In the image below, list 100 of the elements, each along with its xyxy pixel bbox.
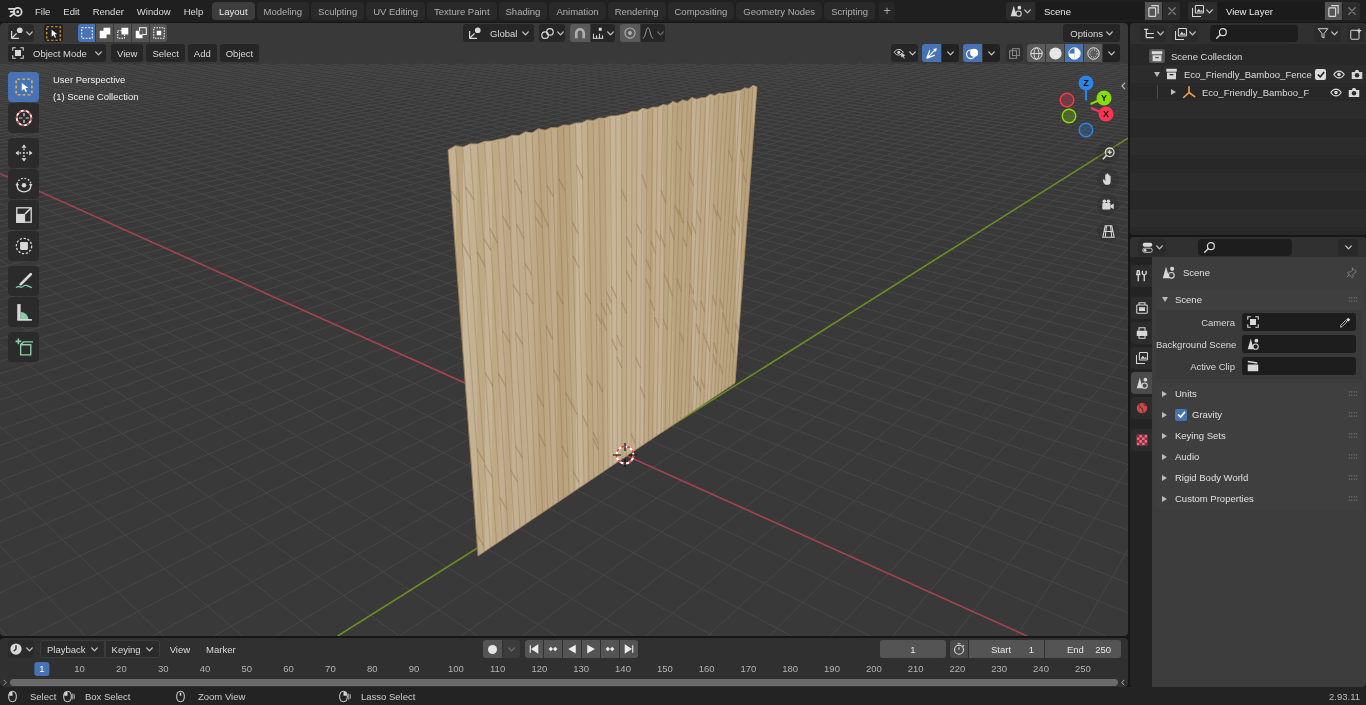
scrollbar[interactable]	[10, 678, 1118, 686]
menu-dropdown[interactable]: Keying	[104, 640, 160, 658]
workspace-tab[interactable]: Animation	[549, 2, 606, 20]
menu-item[interactable]: Window	[130, 2, 177, 20]
visibility-dropdown[interactable]	[891, 44, 918, 62]
mode-dropdown[interactable]: Object Mode	[8, 44, 106, 62]
properties-tab[interactable]	[1131, 429, 1152, 451]
new-collection-button[interactable]	[1347, 25, 1364, 42]
pan-button[interactable]	[1097, 168, 1119, 190]
scene-field[interactable]	[1242, 335, 1356, 353]
properties-tab[interactable]	[1131, 297, 1152, 319]
tool-button[interactable]	[8, 72, 39, 102]
gizmo-toggle[interactable]	[922, 44, 941, 62]
playback-button[interactable]	[563, 640, 582, 658]
search-field[interactable]	[1210, 25, 1298, 42]
properties-tab[interactable]	[1131, 322, 1152, 344]
outliner-item[interactable]: Scene Collection	[1171, 50, 1243, 62]
editor-type-button[interactable]	[8, 24, 34, 42]
tool-button[interactable]	[8, 297, 39, 327]
copy-button[interactable]	[1145, 2, 1162, 20]
workspace-tab[interactable]: Texture Paint	[427, 2, 497, 20]
playback-button[interactable]	[582, 640, 601, 658]
menu-button[interactable]: Marker	[200, 640, 242, 658]
eye-icon[interactable]	[1330, 87, 1343, 97]
select-mode-button[interactable]	[78, 24, 95, 42]
playback-button[interactable]	[620, 640, 639, 658]
tool-button[interactable]	[8, 266, 39, 296]
playback-button[interactable]	[525, 640, 544, 658]
playback-button[interactable]	[544, 640, 563, 658]
render-toggle[interactable]	[1348, 86, 1361, 98]
display-mode-button[interactable]	[1140, 25, 1166, 42]
preview-range-button[interactable]	[950, 640, 968, 658]
checkbox[interactable]	[1175, 408, 1187, 421]
start-frame-field[interactable]: Start 1	[969, 640, 1044, 658]
editor-type-button[interactable]	[8, 640, 34, 658]
select-mode-button[interactable]	[150, 24, 167, 42]
tool-button[interactable]	[8, 332, 39, 362]
overlay-dropdown[interactable]	[983, 44, 1000, 62]
outliner-item[interactable]: Eco_Friendly_Bamboo_F	[1202, 86, 1310, 98]
workspace-tab[interactable]: Modeling	[256, 2, 310, 20]
record-button[interactable]	[483, 640, 503, 658]
camera-view-button[interactable]	[1097, 194, 1119, 216]
view-layer-browse-button[interactable]	[1188, 2, 1217, 20]
menu-item[interactable]: File	[29, 2, 57, 20]
menu-dropdown[interactable]: Playback	[40, 640, 105, 658]
properties-tab[interactable]	[1131, 347, 1152, 369]
pin-icon[interactable]	[1346, 267, 1357, 278]
end-frame-field[interactable]: End 250	[1045, 640, 1121, 658]
select-mode-button[interactable]	[132, 24, 149, 42]
shading-button[interactable]	[1046, 44, 1064, 62]
editor-type-button[interactable]	[1138, 238, 1166, 256]
menu-item[interactable]: Edit	[57, 2, 86, 20]
render-toggle[interactable]	[1350, 68, 1363, 80]
close-button[interactable]	[1343, 2, 1360, 20]
axis-handle[interactable]	[1061, 108, 1077, 124]
clip-field[interactable]	[1242, 357, 1356, 375]
axis-handle[interactable]	[1059, 92, 1075, 108]
workspace-tab[interactable]: Rendering	[607, 2, 666, 20]
options-dropdown[interactable]	[1338, 238, 1358, 256]
options-dropdown[interactable]: Options	[1063, 24, 1120, 42]
view-layer-button[interactable]	[1172, 25, 1198, 42]
menu-button[interactable]: Object	[219, 44, 260, 62]
workspace-tab[interactable]: Compositing	[667, 2, 735, 20]
xray-toggle[interactable]	[1006, 44, 1023, 62]
add-workspace-button[interactable]: +	[879, 2, 896, 20]
overlay-toggle[interactable]	[963, 44, 982, 62]
eyedropper-icon[interactable]	[1340, 316, 1351, 328]
menu-button[interactable]: Add	[187, 44, 217, 62]
tool-button[interactable]	[8, 231, 39, 261]
orientation-dropdown[interactable]: Global	[463, 24, 534, 42]
properties-tab[interactable]	[1131, 265, 1152, 287]
workspace-tab[interactable]: Geometry Nodes	[736, 2, 823, 20]
view-layer-field[interactable]: View Layer	[1218, 2, 1324, 20]
menu-button[interactable]: Select	[146, 44, 185, 62]
snap-toggle[interactable]	[570, 24, 590, 42]
scene-field[interactable]: Scene	[1036, 2, 1144, 20]
shading-button[interactable]	[1027, 44, 1045, 62]
shading-button[interactable]	[1084, 44, 1102, 62]
proportional-toggle[interactable]	[620, 24, 640, 42]
menu-button[interactable]: View	[111, 44, 144, 62]
workspace-tab[interactable]: Sculpting	[311, 2, 365, 20]
select-mode-button[interactable]	[96, 24, 113, 42]
pivot-dropdown[interactable]	[539, 24, 565, 42]
workspace-tab[interactable]: Layout	[212, 2, 255, 20]
shading-dropdown[interactable]	[1103, 44, 1120, 62]
workspace-tab[interactable]: Scripting	[824, 2, 876, 20]
axis-handle[interactable]	[1078, 122, 1094, 138]
eye-icon[interactable]	[1332, 69, 1345, 79]
camera-field[interactable]	[1242, 313, 1356, 331]
snap-target-dropdown[interactable]	[591, 24, 615, 42]
checkbox[interactable]	[1315, 68, 1327, 80]
gizmo-dropdown[interactable]	[942, 44, 959, 62]
tool-button[interactable]	[8, 169, 39, 199]
zoom-button[interactable]	[1097, 142, 1119, 164]
workspace-tab[interactable]: Shading	[498, 2, 548, 20]
playback-button[interactable]	[601, 640, 620, 658]
select-mode-button[interactable]	[114, 24, 131, 42]
workspace-tab[interactable]: UV Editing	[366, 2, 426, 20]
falloff-dropdown[interactable]	[641, 24, 665, 42]
properties-tab[interactable]	[1131, 372, 1152, 394]
